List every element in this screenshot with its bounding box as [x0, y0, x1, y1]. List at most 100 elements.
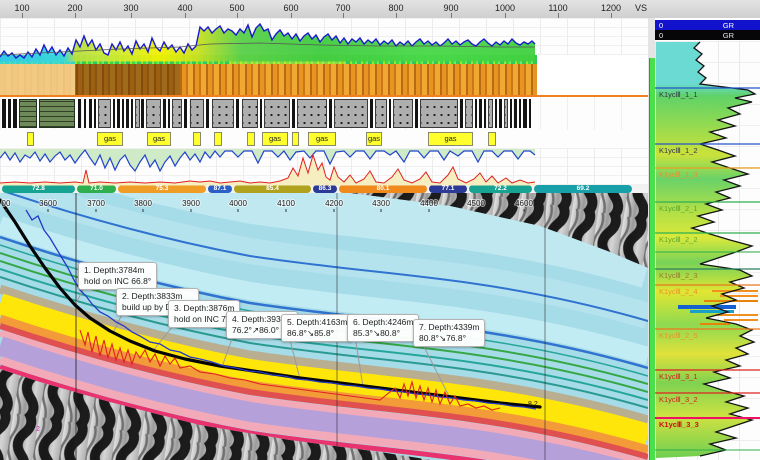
- angle-segment: 85.4: [234, 185, 311, 193]
- ruler-tick-100: 100: [14, 3, 29, 13]
- litho-block-sand: [504, 99, 508, 128]
- litho-block-bar: [514, 99, 517, 128]
- resistivity-color-band-track[interactable]: [0, 64, 537, 95]
- litho-block-bar: [260, 99, 262, 128]
- gas-marker: [292, 132, 299, 146]
- gas-label: gas: [366, 132, 382, 146]
- svg-text:3900: 3900: [182, 199, 200, 208]
- annotation-detail: 86.8°↘85.8°: [287, 328, 347, 339]
- gr-header-blue[interactable]: 0 GR: [655, 20, 760, 30]
- ruler-tick-VS: VS: [635, 3, 647, 13]
- litho-block-bar: [78, 99, 81, 128]
- ruler-tick-900: 900: [443, 3, 458, 13]
- litho-block-bar: [163, 99, 166, 128]
- annotation-depth: 1. Depth:3784m: [84, 265, 151, 276]
- litho-block-bar: [484, 99, 486, 128]
- annotation-callout-1[interactable]: 1. Depth:3784mhold on INC 66.8°: [78, 262, 157, 290]
- litho-block-bar: [236, 99, 239, 128]
- gas-label: gas: [97, 132, 123, 146]
- litho-block-green: [39, 99, 75, 128]
- type-well-panel: 0 GR 0 GR K1ycⅢ_1_1K1ycⅢ_1_2K1ycⅢ_1_3K1y…: [655, 18, 760, 460]
- litho-block-bar: [122, 99, 124, 128]
- gas-marker: [193, 132, 201, 146]
- litho-block-sand: [212, 99, 234, 128]
- litho-block-sand: [297, 99, 327, 128]
- litho-block-bar: [479, 99, 482, 128]
- annotation-depth: 6. Depth:4246m: [353, 317, 413, 328]
- annotation-detail: 80.8°↘76.8°: [419, 333, 479, 344]
- litho-block-bar: [499, 99, 502, 128]
- svg-text:2: 2: [36, 426, 40, 433]
- litho-block-bar: [84, 99, 86, 128]
- litho-block-bar: [475, 99, 477, 128]
- angle-segment: 69.2: [534, 185, 632, 193]
- seismic-section[interactable]: 8.22003600370038003900400041004200430044…: [0, 193, 648, 460]
- gr-color-band-track[interactable]: [0, 55, 537, 64]
- svg-text:4100: 4100: [277, 199, 295, 208]
- angle-segment: 72.8: [2, 185, 75, 193]
- gas-marker: [488, 132, 496, 146]
- litho-block-sand: [375, 99, 387, 128]
- angle-segment: 77.1: [429, 185, 467, 193]
- gr-header-min: 0: [659, 21, 663, 30]
- gr-band-yellow-zone: [230, 55, 345, 64]
- gas-label: gas: [308, 132, 336, 146]
- svg-text:3800: 3800: [134, 199, 152, 208]
- litho-block-bar: [529, 99, 531, 128]
- inclination-segment-bar: 72.871.075.387.185.486.380.177.172.269.2: [0, 185, 648, 193]
- gr-header-black[interactable]: 0 GR: [655, 30, 760, 40]
- type-well-gr-log[interactable]: K1ycⅢ_1_1K1ycⅢ_1_2K1ycⅢ_1_3K1ycⅢ_2_1K1yc…: [655, 41, 760, 460]
- svg-text:4000: 4000: [229, 199, 247, 208]
- formation-label: K1ycⅢ_2_1: [659, 204, 698, 213]
- angle-segment: 71.0: [77, 185, 116, 193]
- annotation-depth: 5. Depth:4163m: [287, 317, 347, 328]
- ruler-tick-600: 600: [283, 3, 298, 13]
- litho-block-bar: [131, 99, 133, 128]
- gr-curve-track[interactable]: [0, 18, 648, 55]
- resistivity-gr-log-track[interactable]: [0, 148, 648, 185]
- angle-segment: 87.1: [208, 185, 232, 193]
- litho-block-green: [19, 99, 37, 128]
- litho-block-sand: [393, 99, 413, 128]
- ruler-tick-400: 400: [177, 3, 192, 13]
- litho-block-bar: [206, 99, 209, 128]
- litho-block-sand: [264, 99, 290, 128]
- litho-block-bar: [13, 99, 17, 128]
- annotation-callout-7[interactable]: 7. Depth:4339m80.8°↘76.8°: [413, 319, 485, 347]
- annotation-detail: hold on INC 66.8°: [84, 276, 151, 287]
- geosteering-app: 100200300400500600700800900100011001200V…: [0, 0, 760, 460]
- ruler-tick-1200: 1200: [601, 3, 621, 13]
- formation-label: K1ycⅢ_2_4: [659, 287, 698, 296]
- lithology-track[interactable]: [0, 95, 648, 132]
- annotation-callout-5[interactable]: 5. Depth:4163m86.8°↘85.8°: [281, 314, 353, 342]
- litho-block-sand: [135, 99, 140, 128]
- vs-ruler[interactable]: 100200300400500600700800900100011001200V…: [0, 0, 760, 19]
- litho-block-bar: [8, 99, 11, 128]
- ruler-tick-1100: 1100: [548, 3, 567, 13]
- litho-block-sand: [488, 99, 493, 128]
- litho-block-bar: [519, 99, 521, 128]
- svg-text:4400: 4400: [420, 199, 438, 208]
- svg-text:4300: 4300: [372, 199, 390, 208]
- litho-block-bar: [113, 99, 115, 128]
- litho-block-bar: [510, 99, 512, 128]
- litho-block-sand: [98, 99, 111, 128]
- ruler-tick-700: 700: [335, 3, 350, 13]
- gr-header-title: GR: [723, 21, 734, 30]
- svg-text:3600: 3600: [39, 199, 57, 208]
- ruler-tick-500: 500: [229, 3, 244, 13]
- gas-show-track[interactable]: gasgasgasgasgasgas: [0, 130, 648, 148]
- gas-label: gas: [428, 132, 473, 146]
- panel-divider[interactable]: [648, 18, 655, 460]
- gas-marker: [214, 132, 222, 146]
- litho-block-sand: [242, 99, 258, 128]
- litho-block-bar: [329, 99, 332, 128]
- formation-label: K1ycⅢ_2_3: [659, 271, 698, 280]
- litho-block-sand: [172, 99, 182, 128]
- litho-block-bar: [389, 99, 391, 128]
- litho-block-bar: [495, 99, 497, 128]
- annotation-callout-6[interactable]: 6. Depth:4246m85.3°↘80.8°: [347, 314, 419, 342]
- angle-segment: 75.3: [118, 185, 206, 193]
- litho-block-sand: [334, 99, 368, 128]
- litho-block-bar: [117, 99, 120, 128]
